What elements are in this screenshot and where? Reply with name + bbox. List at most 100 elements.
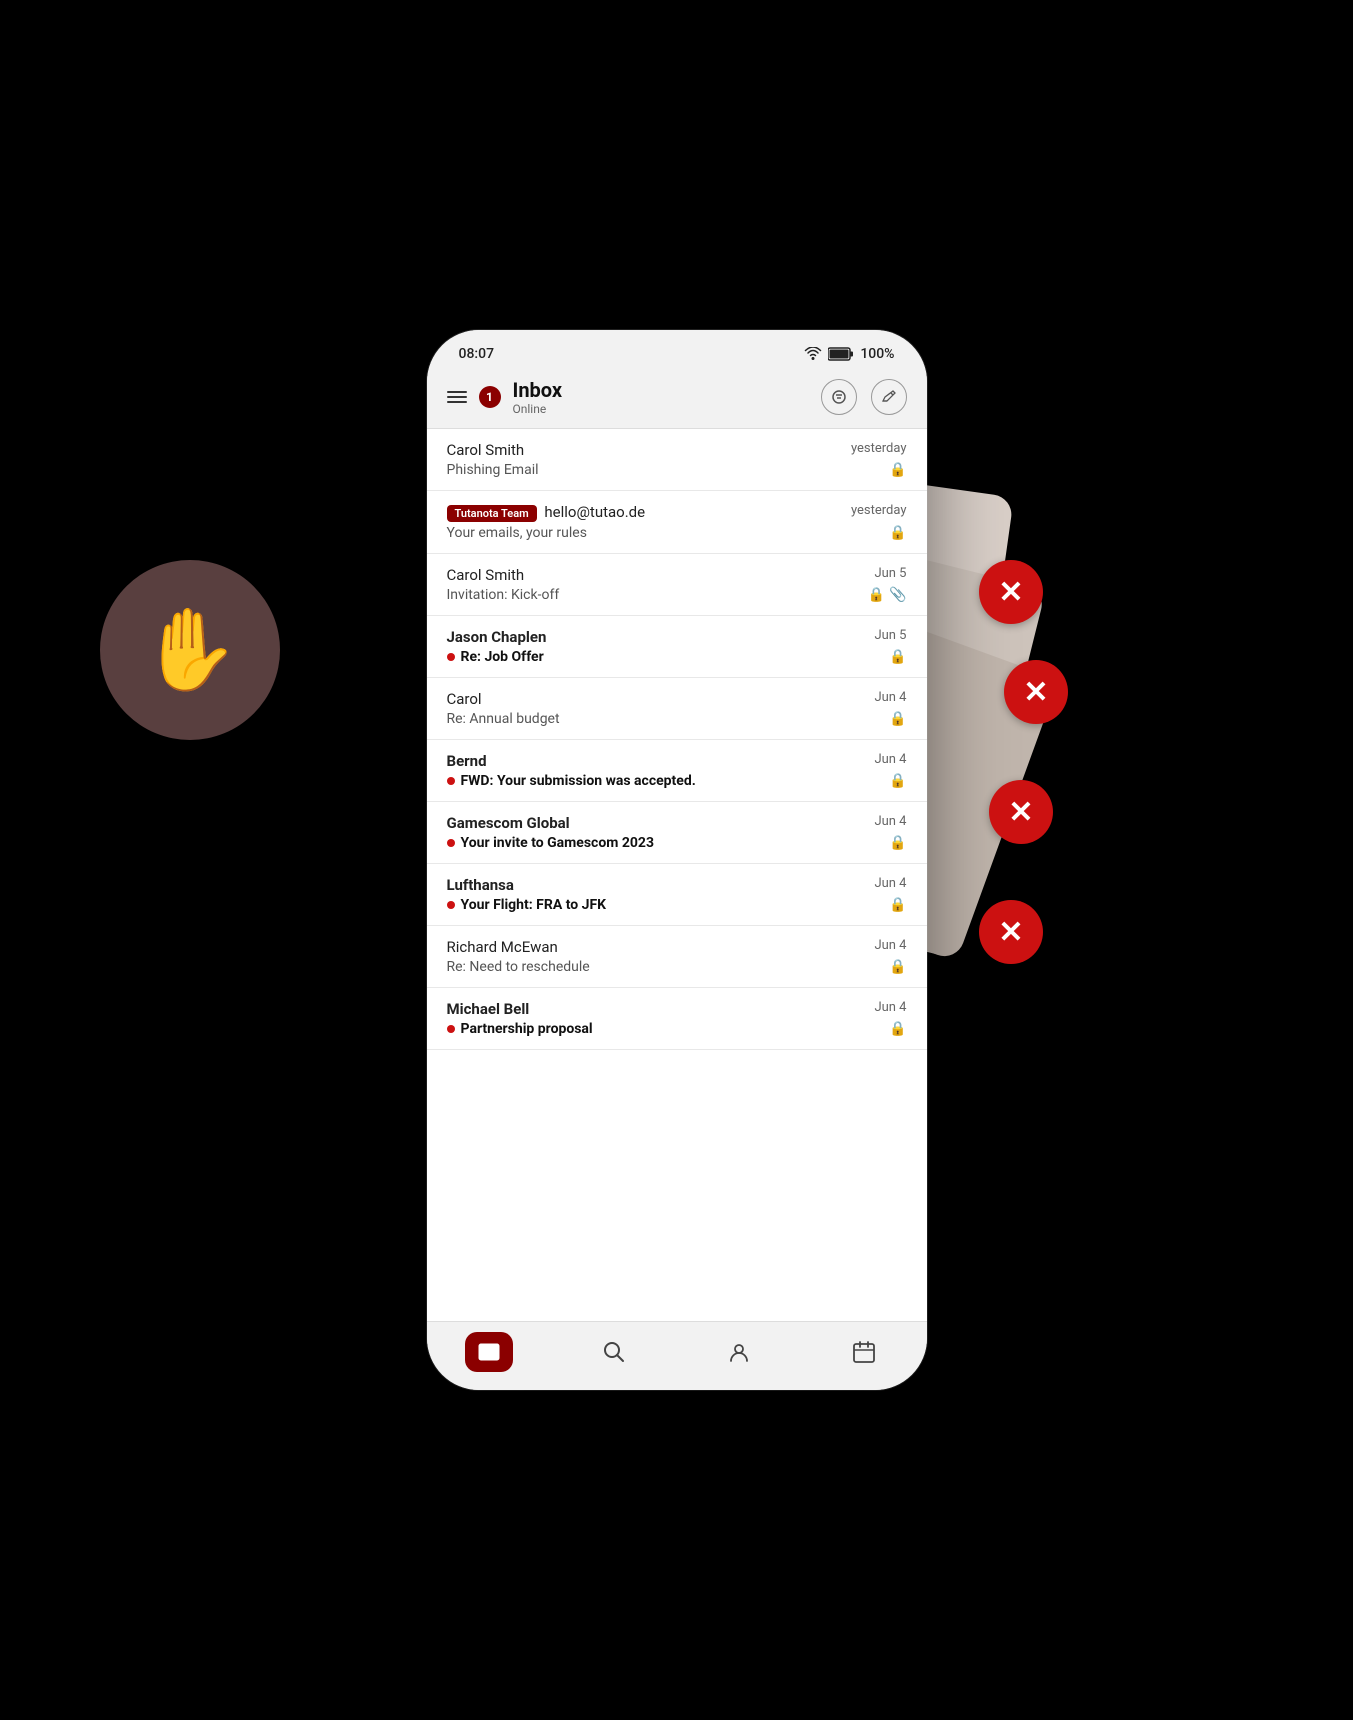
email-sender: Bernd	[447, 752, 487, 770]
filter-button[interactable]	[821, 379, 857, 415]
app-header: 1 Inbox Online	[427, 370, 927, 428]
email-date: Jun 4	[874, 938, 906, 953]
lock-icon: 🔒	[889, 959, 906, 975]
tutanota-badge: Tutanota Team	[447, 505, 537, 522]
lock-icon: 🔒	[889, 1021, 906, 1037]
email-icons: 🔒	[889, 835, 906, 851]
email-subject: Re: Need to reschedule	[447, 959, 590, 975]
email-item[interactable]: Michael Bell Jun 4 Partnership proposal 🔒	[427, 988, 927, 1050]
email-list[interactable]: Carol SmithyesterdayPhishing Email🔒Tutan…	[427, 429, 927, 1321]
lock-icon: 🔒	[889, 897, 906, 913]
email-icons: 🔒	[889, 1021, 906, 1037]
email-subject: Invitation: Kick-off	[447, 587, 560, 603]
email-icons: 🔒	[889, 959, 906, 975]
delete-button-3[interactable]: ✕	[989, 780, 1053, 844]
phone: 08:07 100%	[427, 330, 927, 1390]
mail-icon	[478, 1343, 500, 1361]
compose-icon	[881, 389, 897, 405]
header-right	[821, 379, 907, 415]
menu-line-3	[447, 401, 467, 403]
email-date: Jun 5	[874, 566, 906, 581]
nav-search[interactable]	[590, 1334, 638, 1370]
unread-dot	[447, 777, 455, 785]
nav-calendar[interactable]	[840, 1334, 888, 1370]
lock-icon: 🔒	[889, 649, 906, 665]
email-date: Jun 4	[874, 876, 906, 891]
lock-icon: 🔒	[868, 587, 885, 603]
header-left: 1 Inbox Online	[447, 378, 563, 416]
compose-button[interactable]	[871, 379, 907, 415]
email-date: Jun 5	[874, 628, 906, 643]
email-item[interactable]: Lufthansa Jun 4 Your Flight: FRA to JFK 🔒	[427, 864, 927, 926]
email-sender: Lufthansa	[447, 876, 514, 894]
inbox-text: Inbox Online	[513, 378, 563, 416]
battery-percent: 100%	[860, 346, 894, 362]
email-date: Jun 4	[874, 752, 906, 767]
delete-button-2[interactable]: ✕	[1004, 660, 1068, 724]
email-item[interactable]: Jason Chaplen Jun 5 Re: Job Offer 🔒	[427, 616, 927, 678]
email-item[interactable]: Tutanota Team hello@tutao.de yesterday You…	[427, 491, 927, 554]
email-item[interactable]: BerndJun 4FWD: Your submission was accep…	[427, 740, 927, 802]
delete-button-4[interactable]: ✕	[979, 900, 1043, 964]
email-icons: 🔒	[889, 525, 906, 541]
email-sender: Michael Bell	[447, 1000, 530, 1018]
contacts-icon	[728, 1341, 750, 1363]
attachment-icon: 📎	[889, 587, 906, 603]
bottom-nav	[427, 1321, 927, 1390]
lock-icon: 🔒	[889, 525, 906, 541]
inbox-badge: 1	[479, 386, 501, 408]
delete-button-1[interactable]: ✕	[979, 560, 1043, 624]
nav-contacts[interactable]	[715, 1334, 763, 1370]
lock-icon: 🔒	[889, 462, 906, 478]
email-date: Jun 4	[874, 1000, 906, 1015]
email-sender: Carol Smith	[447, 441, 525, 459]
email-item[interactable]: Richard McEwanJun 4Re: Need to reschedul…	[427, 926, 927, 988]
email-date: yesterday	[851, 503, 907, 518]
email-item[interactable]: Carol Smith Jun 5 Invitation: Kick-off 🔒📎	[427, 554, 927, 616]
email-subject: Re: Job Offer	[447, 649, 544, 665]
inbox-subtitle: Online	[513, 402, 563, 416]
email-sender: Gamescom Global	[447, 814, 570, 832]
email-subject: Your Flight: FRA to JFK	[447, 897, 607, 913]
email-icons: 🔒	[889, 711, 906, 727]
nav-mail[interactable]	[465, 1332, 513, 1372]
email-sender: Tutanota Team hello@tutao.de	[447, 503, 646, 522]
filter-icon	[831, 389, 847, 405]
email-item[interactable]: Carol Jun 4 Re: Annual budget 🔒	[427, 678, 927, 740]
email-icons: 🔒	[889, 649, 906, 665]
email-subject: Re: Annual budget	[447, 711, 560, 727]
email-sender: Carol Smith	[447, 566, 525, 584]
unread-dot	[447, 839, 455, 847]
unread-dot	[447, 901, 455, 909]
status-time: 08:07	[459, 346, 495, 362]
email-subject: Your emails, your rules	[447, 525, 587, 541]
inbox-title: Inbox	[513, 378, 563, 402]
hand-bubble: ✋	[100, 560, 280, 740]
scene: ✋ ✕ ✕ ✕ ✕ 08:07	[0, 0, 1353, 1720]
wifi-icon	[804, 347, 822, 361]
email-sender: Carol	[447, 690, 482, 708]
lock-icon: 🔒	[889, 835, 906, 851]
lock-icon: 🔒	[889, 773, 906, 789]
battery-icon	[828, 347, 854, 361]
menu-icon[interactable]	[447, 391, 467, 403]
email-subject: Partnership proposal	[447, 1021, 593, 1037]
search-icon	[603, 1341, 625, 1363]
email-icons: 🔒	[889, 462, 906, 478]
menu-line-1	[447, 391, 467, 393]
email-icons: 🔒📎	[868, 587, 907, 603]
email-subject: Your invite to Gamescom 2023	[447, 835, 654, 851]
menu-line-2	[447, 396, 467, 398]
email-date: yesterday	[851, 441, 907, 456]
email-icons: 🔒	[889, 773, 906, 789]
email-item[interactable]: Carol SmithyesterdayPhishing Email🔒	[427, 429, 927, 491]
lock-icon: 🔒	[889, 711, 906, 727]
email-date: Jun 4	[874, 814, 906, 829]
hand-icon: ✋	[140, 603, 240, 697]
email-sender: Jason Chaplen	[447, 628, 547, 646]
email-icons: 🔒	[889, 897, 906, 913]
email-date: Jun 4	[874, 690, 906, 705]
calendar-icon	[853, 1341, 875, 1363]
status-right: 100%	[804, 346, 894, 362]
email-item[interactable]: Gamescom Global Jun 4 Your invite to Games…	[427, 802, 927, 864]
